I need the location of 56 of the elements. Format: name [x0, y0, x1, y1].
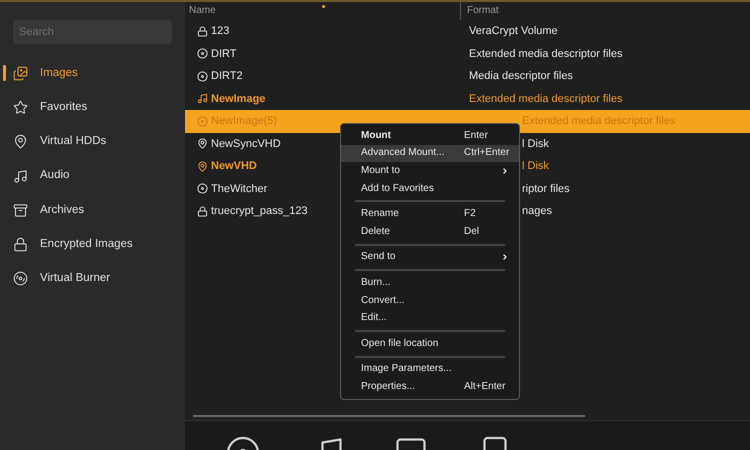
menu-item[interactable]: Add to Favorites [341, 180, 519, 198]
menu-item[interactable]: Image Parameters... [341, 360, 519, 378]
sidebar-item[interactable]: Archives [0, 193, 185, 228]
images-icon [13, 66, 28, 81]
disc-icon [197, 70, 208, 82]
archive-icon [13, 202, 28, 218]
lock-icon [197, 206, 208, 217]
sidebar-item[interactable]: Virtual HDDs [0, 124, 185, 159]
file-name: 123 [211, 24, 230, 39]
music-note-icon [197, 93, 208, 104]
sidebar-item[interactable]: Audio [0, 158, 185, 194]
format-text: l Disk [522, 159, 549, 174]
disc-icon [197, 183, 208, 194]
sidebar-item[interactable]: Encrypted Images [0, 227, 185, 262]
format-text: VeraCrypt Volume [469, 24, 558, 39]
pin-icon [197, 138, 208, 150]
menu-item[interactable]: Edit... [341, 309, 519, 327]
column-header[interactable]: Format [460, 2, 750, 20]
menu-item[interactable]: Convert... [341, 292, 519, 310]
file-name: truecrypt_pass_123 [211, 204, 308, 219]
file-name: NewVHD [211, 159, 257, 174]
horizontal-scrollbar[interactable] [193, 415, 585, 417]
format-text: nages [522, 204, 552, 219]
file-name: NewImage [211, 92, 266, 106]
star-icon [13, 100, 28, 115]
disc-icon [197, 48, 208, 60]
sort-indicator-icon [322, 5, 325, 8]
disc-icon [13, 271, 28, 286]
format-text: Extended media descriptor files [469, 92, 622, 106]
selection-bar [3, 65, 6, 81]
menu-item[interactable]: Mount to [341, 162, 519, 180]
menu-item[interactable]: Rename F2 [341, 205, 519, 223]
sidebar-item[interactable]: Favorites [0, 90, 185, 125]
file-name: TheWitcher [211, 182, 268, 196]
menu-item[interactable]: Advanced Mount... Ctrl+Enter [341, 144, 519, 162]
menu-item[interactable]: Properties... Alt+Enter [341, 378, 519, 396]
sidebar-item[interactable]: Virtual Burner [0, 262, 185, 296]
sidebar-item[interactable]: Images [0, 56, 185, 90]
menu-item[interactable]: Delete Del [341, 222, 519, 241]
lock-icon [13, 237, 28, 252]
file-name: DIRT [211, 46, 236, 62]
format-text: riptor files [522, 182, 570, 196]
menu-item[interactable]: Burn... [341, 274, 519, 292]
music-note-icon [13, 168, 28, 184]
format-text: Extended media descriptor files [469, 46, 622, 62]
file-name: NewSyncVHD [211, 136, 281, 152]
lock-icon [197, 26, 208, 37]
format-text: l Disk [522, 136, 549, 152]
format-text: Media descriptor files [469, 69, 573, 84]
menu-item[interactable]: Open file location [341, 334, 519, 353]
pin-icon [197, 160, 208, 172]
pin-icon [13, 134, 28, 150]
menu-item[interactable]: Send to [341, 248, 519, 266]
disc-icon [197, 116, 208, 127]
file-name: DIRT2 [211, 69, 243, 84]
column-header[interactable]: Name [185, 2, 460, 20]
